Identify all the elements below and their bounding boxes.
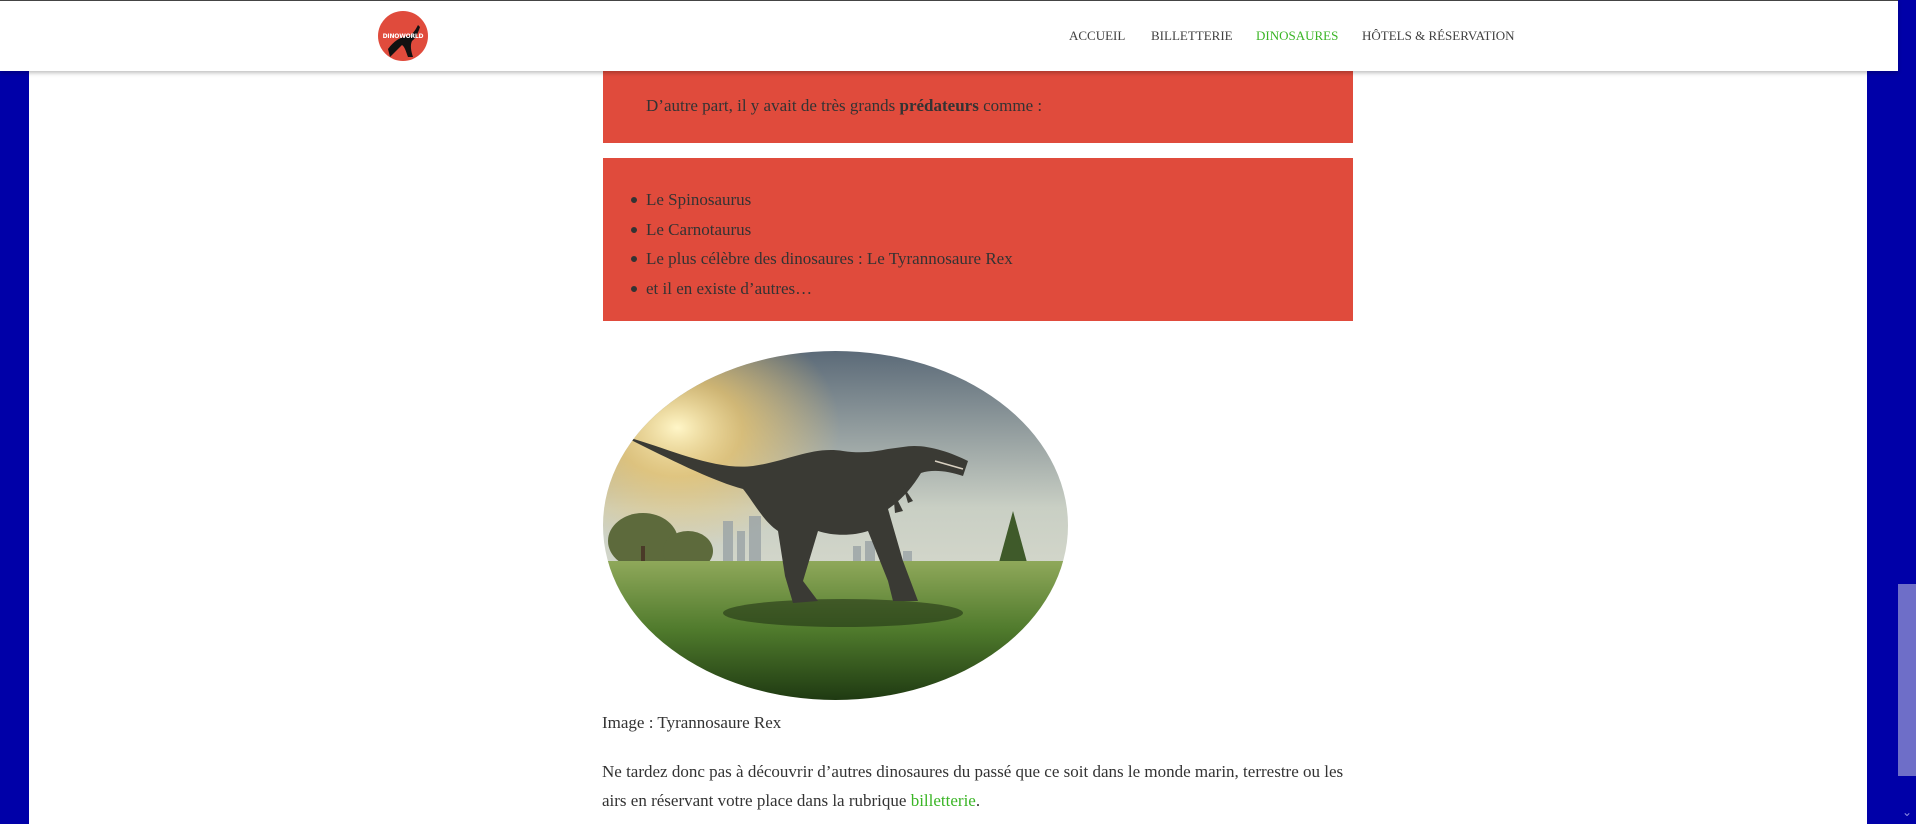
chevron-down-icon[interactable]: ⌄ — [1898, 800, 1916, 824]
nav-item-billetterie[interactable]: BILLETTERIE — [1151, 28, 1233, 44]
tyrannosaurus-illustration — [603, 351, 1068, 700]
page-content: D’autre part, il y avait de très grands … — [29, 0, 1867, 824]
list-item: Le Carnotaurus — [631, 215, 1013, 245]
intro-bold-text: prédateurs — [899, 96, 979, 115]
closing-end: . — [975, 791, 981, 810]
predators-list: Le Spinosaurus Le Carnotaurus Le plus cé… — [631, 185, 1013, 304]
closing-paragraph: Ne tardez donc pas à découvrir d’autres … — [602, 757, 1362, 815]
logo-text: DINOWORLD — [382, 33, 424, 40]
site-header: DINOWORLD ACCUEIL BILLETTERIE DINOSAURES… — [0, 0, 1898, 71]
nav-item-dinosaures[interactable]: DINOSAURES — [1256, 28, 1338, 44]
intro-text-end: comme : — [978, 96, 1043, 115]
intro-text: D’autre part, il y avait de très grands — [646, 96, 900, 115]
list-item: et il en existe d’autres… — [631, 274, 1013, 304]
nav-item-accueil[interactable]: ACCUEIL — [1069, 28, 1125, 44]
list-item: Le plus célèbre des dinosaures : Le Tyra… — [631, 244, 1013, 274]
predators-intro: D’autre part, il y avait de très grands … — [646, 96, 1042, 116]
nav-item-hotels-reservation[interactable]: HÔTELS & RÉSERVATION — [1362, 28, 1515, 44]
scrollbar-thumb[interactable] — [1898, 584, 1916, 776]
list-item: Le Spinosaurus — [631, 185, 1013, 215]
predators-list-box: Le Spinosaurus Le Carnotaurus Le plus cé… — [603, 158, 1353, 321]
billetterie-link[interactable]: billetterie — [911, 791, 976, 810]
dinoworld-logo[interactable]: DINOWORLD — [378, 11, 428, 61]
predators-intro-box: D’autre part, il y avait de très grands … — [603, 70, 1353, 143]
scrollbar[interactable]: ⌄ — [1898, 70, 1916, 824]
tyrannosaurus-image — [603, 351, 1068, 700]
image-caption: Image : Tyrannosaure Rex — [602, 713, 782, 732]
